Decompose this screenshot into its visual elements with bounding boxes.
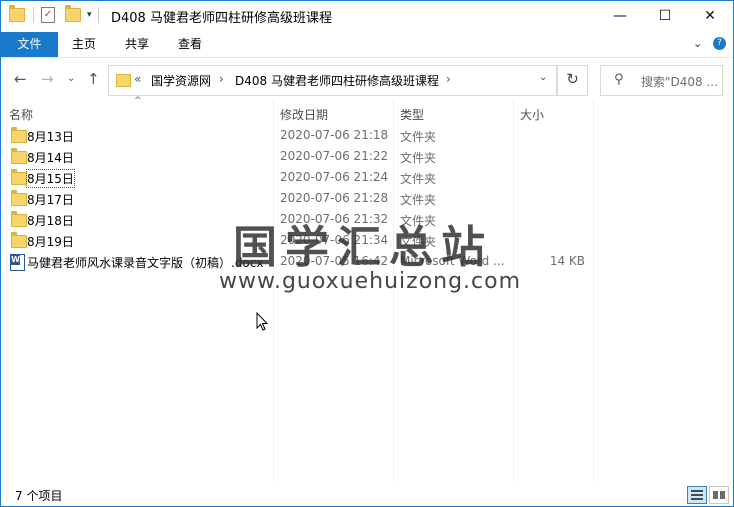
file-date: 2020-07-06 21:34 (280, 233, 389, 247)
breadcrumb-separator[interactable]: › (219, 72, 224, 86)
search-icon: ⚲ (614, 72, 624, 87)
properties-icon[interactable]: ✓ (41, 7, 55, 23)
file-name: 8月17日 (27, 193, 74, 207)
forward-button[interactable]: → (41, 70, 54, 88)
folder-icon (11, 232, 27, 248)
folder-icon (11, 211, 27, 227)
large-icons-view-button[interactable] (709, 486, 729, 504)
ribbon-tabs: 文件 主页 共享 查看 ⌄ ? (1, 32, 733, 58)
list-item[interactable]: 8月14日 2020-07-06 21:22 文件夹 (7, 146, 593, 167)
details-view-button[interactable] (687, 486, 707, 504)
item-count: 7 个项目 (15, 489, 63, 503)
list-item[interactable]: 8月19日 2020-07-06 21:34 文件夹 (7, 230, 593, 251)
new-folder-icon[interactable] (65, 5, 81, 22)
refresh-button[interactable]: ↻ (557, 65, 588, 96)
title-bar: ✓ ▾ D408 马健君老师四柱研修高级班课程 — ☐ ✕ (1, 1, 733, 32)
search-placeholder: 搜索"D408 ... (641, 75, 718, 89)
breadcrumb-item[interactable]: 国学资源网 (151, 72, 211, 89)
folder-icon (9, 5, 25, 22)
file-name: 8月19日 (27, 235, 74, 249)
file-name: 8月14日 (27, 151, 74, 165)
folder-icon (11, 169, 27, 185)
file-date: 2020-07-06 21:32 (280, 212, 389, 226)
breadcrumb-overflow[interactable]: « (134, 72, 141, 86)
folder-icon (11, 127, 27, 143)
list-item[interactable]: 马健君老师风水课录音文字版（初稿）.docx 2020-07-05 16:42 … (7, 251, 593, 272)
expand-ribbon-icon[interactable]: ⌄ (693, 37, 702, 50)
back-button[interactable]: ← (14, 70, 27, 88)
file-date: 2020-07-06 21:28 (280, 191, 389, 205)
file-type: 文件夹 (400, 235, 437, 249)
list-item[interactable]: 8月17日 2020-07-06 21:28 文件夹 (7, 188, 593, 209)
maximize-button[interactable]: ☐ (642, 1, 688, 32)
help-icon[interactable]: ? (713, 37, 726, 50)
file-name: 马健君老师风水课录音文字版（初稿）.docx (27, 256, 264, 270)
minimize-button[interactable]: — (597, 1, 643, 32)
status-bar: 7 个项目 (1, 482, 733, 506)
word-doc-icon (10, 254, 25, 271)
file-type: 文件夹 (400, 172, 437, 186)
column-header-date[interactable]: 修改日期 (280, 106, 328, 123)
list-item[interactable]: 8月18日 2020-07-06 21:32 文件夹 (7, 209, 593, 230)
file-name: 8月13日 (27, 130, 74, 144)
address-dropdown-icon[interactable]: ⌄ (539, 72, 547, 83)
file-date: 2020-07-06 21:18 (280, 128, 389, 142)
file-list: 名称 ^ 修改日期 类型 大小 8月13日 2020-07-06 21:18 文… (1, 96, 733, 482)
separator (97, 7, 99, 23)
column-header-size[interactable]: 大小 (520, 106, 544, 123)
tab-file[interactable]: 文件 (1, 32, 58, 57)
column-divider[interactable] (593, 100, 594, 482)
folder-icon (116, 74, 131, 87)
up-button[interactable]: ↑ (87, 70, 100, 88)
tab-share[interactable]: 共享 (125, 32, 149, 57)
explorer-window: ✓ ▾ D408 马健君老师四柱研修高级班课程 — ☐ ✕ 文件 主页 共享 查… (0, 0, 734, 507)
file-size: 14 KB (549, 254, 585, 268)
breadcrumb-item[interactable]: D408 马健君老师四柱研修高级班课程 (235, 72, 439, 89)
close-button[interactable]: ✕ (687, 1, 733, 32)
tab-home[interactable]: 主页 (72, 32, 96, 57)
file-type: 文件夹 (400, 130, 437, 144)
breadcrumb-separator[interactable]: › (446, 72, 451, 86)
file-name: 8月15日 (26, 169, 75, 188)
file-name: 8月18日 (27, 214, 74, 228)
column-header-type[interactable]: 类型 (400, 106, 424, 123)
list-item[interactable]: 8月13日 2020-07-06 21:18 文件夹 (7, 125, 593, 146)
file-date: 2020-07-06 21:22 (280, 149, 389, 163)
window-title: D408 马健君老师四柱研修高级班课程 (111, 11, 332, 26)
navigation-bar: ← → ⌄ ↑ « 国学资源网 › D408 马健君老师四柱研修高级班课程 › … (1, 58, 733, 100)
recent-locations-button[interactable]: ⌄ (67, 73, 75, 84)
folder-icon (11, 148, 27, 164)
sort-ascending-icon: ^ (134, 96, 142, 106)
address-bar[interactable]: « 国学资源网 › D408 马健君老师四柱研修高级班课程 › ⌄ (108, 65, 557, 96)
file-type: Microsoft Word ... (400, 254, 505, 268)
column-header-name[interactable]: 名称 (9, 106, 33, 123)
customize-qat-dropdown-icon[interactable]: ▾ (87, 10, 92, 20)
file-type: 文件夹 (400, 193, 437, 207)
mouse-cursor-icon (256, 312, 269, 331)
folder-icon (11, 190, 27, 206)
separator (33, 7, 34, 23)
file-date: 2020-07-05 16:42 (280, 254, 389, 268)
quick-access-toolbar: ✓ ▾ (9, 5, 106, 23)
search-input[interactable]: ⚲ 搜索"D408 ... (600, 65, 723, 96)
file-type: 文件夹 (400, 151, 437, 165)
file-type: 文件夹 (400, 214, 437, 228)
tab-view[interactable]: 查看 (178, 32, 202, 57)
list-item[interactable]: 8月15日 2020-07-06 21:24 文件夹 (7, 167, 593, 188)
file-date: 2020-07-06 21:24 (280, 170, 389, 184)
